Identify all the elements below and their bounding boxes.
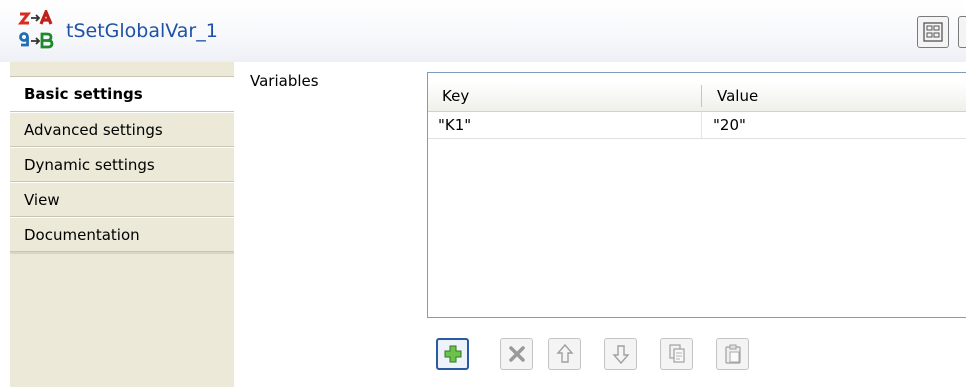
tsetglobalvar-icon (18, 10, 54, 49)
paste-icon (724, 344, 741, 364)
variables-table[interactable]: Key Value "K1" "20" (427, 72, 966, 318)
add-icon (444, 345, 461, 363)
delete-icon (508, 346, 525, 362)
variables-label: Variables (250, 72, 319, 90)
add-row-button[interactable] (436, 338, 469, 370)
component-header: tSetGlobalVar_1 (0, 0, 966, 62)
column-header-key[interactable]: Key (442, 81, 469, 111)
cell-value[interactable]: "20" (713, 112, 746, 138)
overflow-button[interactable] (958, 16, 966, 48)
layout-toggle-button[interactable] (917, 16, 949, 48)
delete-row-button[interactable] (500, 338, 533, 370)
table-header: Key Value (428, 81, 966, 112)
tab-basic-settings[interactable]: Basic settings (10, 77, 234, 112)
paste-button[interactable] (716, 338, 749, 370)
column-separator[interactable] (701, 85, 702, 107)
tab-panel-top (10, 62, 234, 77)
move-up-button[interactable] (548, 338, 581, 370)
tab-documentation[interactable]: Documentation (10, 217, 234, 252)
cell-separator (701, 112, 702, 138)
component-title: tSetGlobalVar_1 (66, 20, 218, 42)
tab-dynamic-settings[interactable]: Dynamic settings (10, 147, 234, 182)
cell-key[interactable]: "K1" (438, 112, 471, 138)
settings-tab-panel: Basic settings Advanced settings Dynamic… (10, 62, 234, 387)
tab-advanced-settings[interactable]: Advanced settings (10, 112, 234, 147)
column-header-value[interactable]: Value (717, 81, 758, 111)
layout-toggle-icon (923, 22, 943, 42)
copy-button[interactable] (660, 338, 693, 370)
move-down-button[interactable] (604, 338, 637, 370)
table-row[interactable]: "K1" "20" (428, 112, 966, 139)
tab-view[interactable]: View (10, 182, 234, 217)
move-down-icon (611, 345, 630, 365)
copy-icon (668, 344, 685, 363)
move-up-icon (555, 343, 574, 363)
